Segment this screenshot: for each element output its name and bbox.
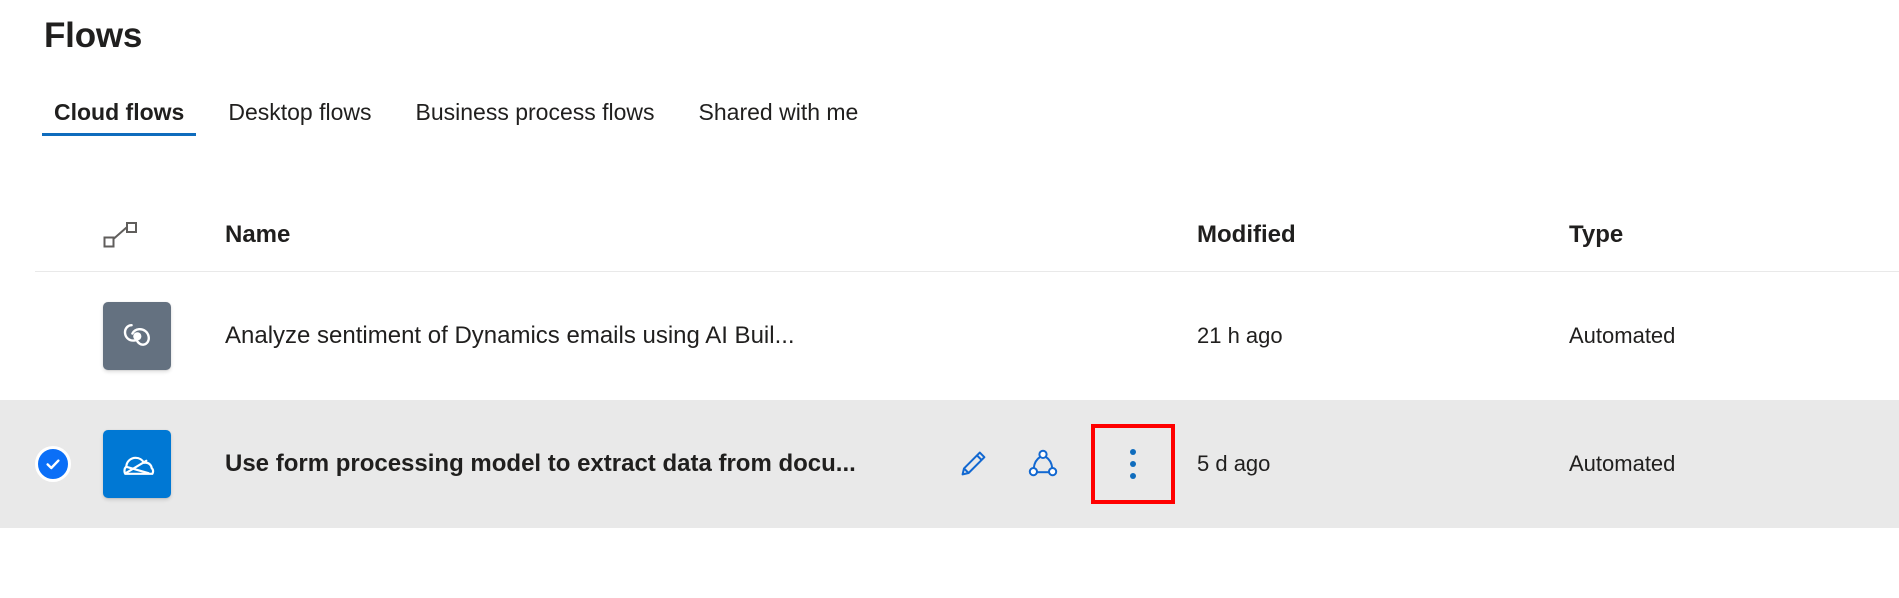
header-cell-flow-icon[interactable] [103,221,225,249]
share-icon [1026,447,1060,481]
header-cell-name[interactable]: Name [225,221,1197,249]
row-checkbox-checked[interactable] [35,446,71,482]
tab-label: Cloud flows [54,98,185,125]
column-header-type: Type [1569,220,1624,248]
more-commands-button[interactable] [1091,424,1175,504]
tab-bar: Cloud flows Desktop flows Business proce… [32,88,880,136]
row-select-cell[interactable] [35,446,103,482]
row-icon-cell [103,302,225,370]
row-name-cell[interactable]: Analyze sentiment of Dynamics emails usi… [225,322,1197,350]
row-modified-cell: 5 d ago [1197,451,1569,477]
row-modified-cell: 21 h ago [1197,323,1569,349]
row-icon-cell [103,430,225,498]
modified-value: 21 h ago [1197,323,1283,348]
tab-shared-with-me[interactable]: Shared with me [677,88,881,136]
edit-pencil-icon [956,447,990,481]
column-header-modified: Modified [1197,220,1296,248]
tab-business-process-flows[interactable]: Business process flows [394,88,677,136]
edit-button[interactable] [951,442,995,486]
onedrive-cloud-icon [103,430,171,498]
tab-cloud-flows[interactable]: Cloud flows [32,88,206,136]
column-header-name: Name [225,220,291,248]
tab-label: Shared with me [698,98,859,125]
header-cell-type[interactable]: Type [1569,221,1899,249]
flows-table: Name Modified Type Analyze sentiment of … [0,198,1899,528]
flow-name[interactable]: Analyze sentiment of Dynamics emails usi… [225,322,795,350]
table-row[interactable]: Analyze sentiment of Dynamics emails usi… [0,272,1899,400]
flow-name[interactable]: Use form processing model to extract dat… [225,450,856,478]
ai-builder-icon [103,302,171,370]
row-type-cell: Automated [1569,323,1899,349]
share-button[interactable] [1021,442,1065,486]
table-header-row: Name Modified Type [35,198,1899,272]
flow-connector-icon [103,221,139,249]
row-action-buttons [951,424,1175,504]
table-row[interactable]: Use form processing model to extract dat… [0,400,1899,528]
tab-label: Business process flows [415,98,655,125]
type-value: Automated [1569,323,1676,348]
tab-label: Desktop flows [228,98,372,125]
more-commands-icon [1130,449,1136,479]
modified-value: 5 d ago [1197,451,1271,476]
page-title: Flows [44,16,143,55]
tab-desktop-flows[interactable]: Desktop flows [206,88,393,136]
header-cell-modified[interactable]: Modified [1197,221,1569,249]
row-type-cell: Automated [1569,451,1899,477]
row-name-cell[interactable]: Use form processing model to extract dat… [225,450,933,478]
type-value: Automated [1569,451,1676,476]
